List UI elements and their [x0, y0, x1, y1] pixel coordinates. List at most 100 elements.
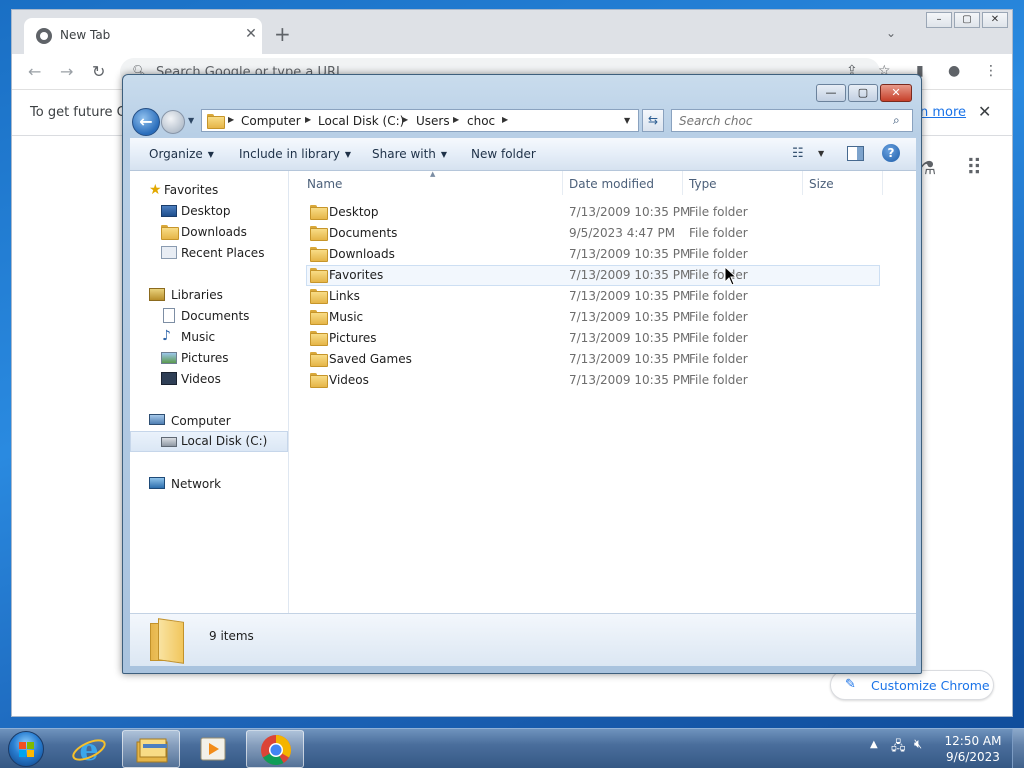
- breadcrumb-local-disk[interactable]: Local Disk (C:): [318, 114, 404, 128]
- address-bar[interactable]: ▶ Computer ▶ Local Disk (C:) ▶ Users ▶ c…: [201, 109, 639, 132]
- chrome-tab-close-icon[interactable]: ✕: [240, 26, 262, 42]
- nav-item-favorites[interactable]: ★ Favorites: [130, 180, 288, 201]
- chrome-forward-icon[interactable]: →: [60, 62, 73, 81]
- table-row[interactable]: Saved Games 7/13/2009 10:35 PM File fold…: [306, 349, 880, 370]
- network-tray-icon[interactable]: 🖧︎: [891, 737, 906, 759]
- file-name: Documents: [329, 226, 398, 240]
- breadcrumb-choc[interactable]: choc: [467, 114, 495, 128]
- table-row[interactable]: Desktop 7/13/2009 10:35 PM File folder: [306, 202, 880, 223]
- start-button[interactable]: [8, 731, 44, 767]
- customize-chrome-label: Customize Chrome: [871, 678, 990, 693]
- table-row[interactable]: Music 7/13/2009 10:35 PM File folder: [306, 307, 880, 328]
- chrome-tab-search-icon[interactable]: ⌄: [886, 26, 896, 40]
- file-type: File folder: [689, 226, 748, 240]
- chrome-profile-icon[interactable]: ●: [948, 63, 960, 79]
- column-header-size[interactable]: Size: [803, 171, 883, 195]
- customize-chrome-button[interactable]: ✎ Customize Chrome: [830, 670, 994, 700]
- address-dropdown-icon[interactable]: ▼: [624, 116, 630, 125]
- nav-item-videos[interactable]: Videos: [130, 369, 288, 390]
- breadcrumb-users[interactable]: Users: [416, 114, 450, 128]
- file-name: Links: [329, 289, 360, 303]
- preview-pane-icon[interactable]: [847, 146, 864, 161]
- back-arrow-icon[interactable]: ←: [132, 108, 160, 136]
- table-row[interactable]: Downloads 7/13/2009 10:35 PM File folder: [306, 244, 880, 265]
- nav-item-desktop[interactable]: Desktop: [130, 201, 288, 222]
- sort-ascending-icon: ▲: [430, 170, 436, 178]
- nav-item-music[interactable]: ♪ Music: [130, 327, 288, 348]
- share-with-button[interactable]: Share with ▼: [372, 147, 447, 161]
- chrome-new-tab-button[interactable]: +: [274, 24, 291, 44]
- table-row[interactable]: Videos 7/13/2009 10:35 PM File folder: [306, 370, 880, 391]
- folder-icon: [310, 268, 328, 283]
- chrome-favicon-icon: [36, 28, 52, 44]
- file-date-modified: 7/13/2009 10:35 PM: [569, 331, 691, 345]
- taskbar-media-player[interactable]: [184, 730, 242, 768]
- nav-item-pictures[interactable]: Pictures: [130, 348, 288, 369]
- volume-muted-icon[interactable]: 🔇︎: [914, 737, 922, 752]
- chrome-maximize-button[interactable]: ▢: [954, 12, 980, 28]
- organize-button[interactable]: Organize ▼: [149, 147, 214, 161]
- chrome-tab-new-tab[interactable]: New Tab ✕: [24, 18, 262, 54]
- table-row[interactable]: Documents 9/5/2023 4:47 PM File folder: [306, 223, 880, 244]
- infobar-learn-more-link[interactable]: n more: [920, 105, 966, 120]
- nav-item-libraries[interactable]: Libraries: [130, 285, 288, 306]
- chrome-menu-icon[interactable]: ⋮: [984, 63, 998, 79]
- search-input[interactable]: [671, 109, 913, 132]
- nav-item-documents[interactable]: Documents: [130, 306, 288, 327]
- change-view-icon[interactable]: ☷: [792, 146, 804, 161]
- column-header-type[interactable]: Type: [683, 171, 803, 195]
- taskbar-windows-explorer[interactable]: [122, 730, 180, 768]
- column-header-date-modified[interactable]: Date modified: [563, 171, 683, 195]
- chrome-back-icon[interactable]: ←: [28, 62, 41, 81]
- infobar-close-icon[interactable]: ✕: [978, 102, 991, 121]
- nav-item-network[interactable]: Network: [130, 474, 288, 495]
- explorer-body: ★ Favorites Desktop Downloads Recent Pla…: [130, 170, 916, 613]
- show-desktop-button[interactable]: [1012, 729, 1024, 768]
- taskbar-internet-explorer[interactable]: e: [60, 730, 118, 768]
- forward-arrow-icon[interactable]: [161, 110, 185, 134]
- file-type: File folder: [689, 205, 748, 219]
- chrome-close-button[interactable]: ✕: [982, 12, 1008, 28]
- explorer-maximize-button[interactable]: ▢: [848, 84, 878, 102]
- breadcrumb-separator-icon[interactable]: ▶: [305, 115, 311, 124]
- command-bar: Organize ▼ Include in library ▼ Share with…: [130, 138, 916, 171]
- nav-item-computer[interactable]: Computer: [130, 411, 288, 432]
- nav-label: Videos: [181, 372, 221, 386]
- chrome-labs-icon[interactable]: ⚗: [920, 158, 936, 179]
- chrome-reload-icon[interactable]: ↻: [92, 62, 105, 81]
- breadcrumb-separator-icon[interactable]: ▶: [228, 115, 234, 124]
- address-folder-icon: [207, 114, 225, 129]
- breadcrumb-separator-icon[interactable]: ▶: [402, 115, 408, 124]
- file-name: Favorites: [329, 268, 384, 282]
- include-in-library-button[interactable]: Include in library ▼: [239, 147, 351, 161]
- breadcrumb-computer[interactable]: Computer: [241, 114, 301, 128]
- refresh-icon[interactable]: ⇆: [642, 109, 664, 132]
- table-row[interactable]: Pictures 7/13/2009 10:35 PM File folder: [306, 328, 880, 349]
- nav-item-local-disk[interactable]: Local Disk (C:): [130, 431, 288, 452]
- explorer-close-button[interactable]: ✕: [880, 84, 912, 102]
- table-row[interactable]: Favorites 7/13/2009 10:35 PM File folder: [306, 265, 880, 286]
- view-options-dropdown-icon[interactable]: ▼: [818, 149, 824, 158]
- help-icon[interactable]: ?: [882, 144, 900, 162]
- explorer-minimize-button[interactable]: —: [816, 84, 846, 102]
- system-clock[interactable]: 12:50 AM 9/6/2023: [944, 733, 1002, 765]
- new-folder-button[interactable]: New folder: [471, 147, 536, 161]
- recent-pages-dropdown-icon[interactable]: ▼: [188, 116, 194, 125]
- show-hidden-icons-icon[interactable]: ▲: [870, 739, 878, 750]
- search-icon[interactable]: ⌕: [893, 113, 900, 128]
- windows-logo-icon: [19, 742, 35, 758]
- file-date-modified: 7/13/2009 10:35 PM: [569, 289, 691, 303]
- column-header-name[interactable]: Name ▲: [290, 170, 563, 195]
- breadcrumb-separator-icon[interactable]: ▶: [502, 115, 508, 124]
- pencil-icon: ✎: [845, 677, 856, 692]
- file-name: Downloads: [329, 247, 395, 261]
- chrome-minimize-button[interactable]: –: [926, 12, 952, 28]
- nav-item-downloads[interactable]: Downloads: [130, 222, 288, 243]
- file-date-modified: 7/13/2009 10:35 PM: [569, 247, 691, 261]
- explorer-folders-icon: [136, 738, 168, 763]
- nav-item-recent-places[interactable]: Recent Places: [130, 243, 288, 264]
- table-row[interactable]: Links 7/13/2009 10:35 PM File folder: [306, 286, 880, 307]
- breadcrumb-separator-icon[interactable]: ▶: [453, 115, 459, 124]
- google-apps-icon[interactable]: ⠿: [966, 156, 982, 181]
- taskbar-google-chrome[interactable]: [246, 730, 304, 768]
